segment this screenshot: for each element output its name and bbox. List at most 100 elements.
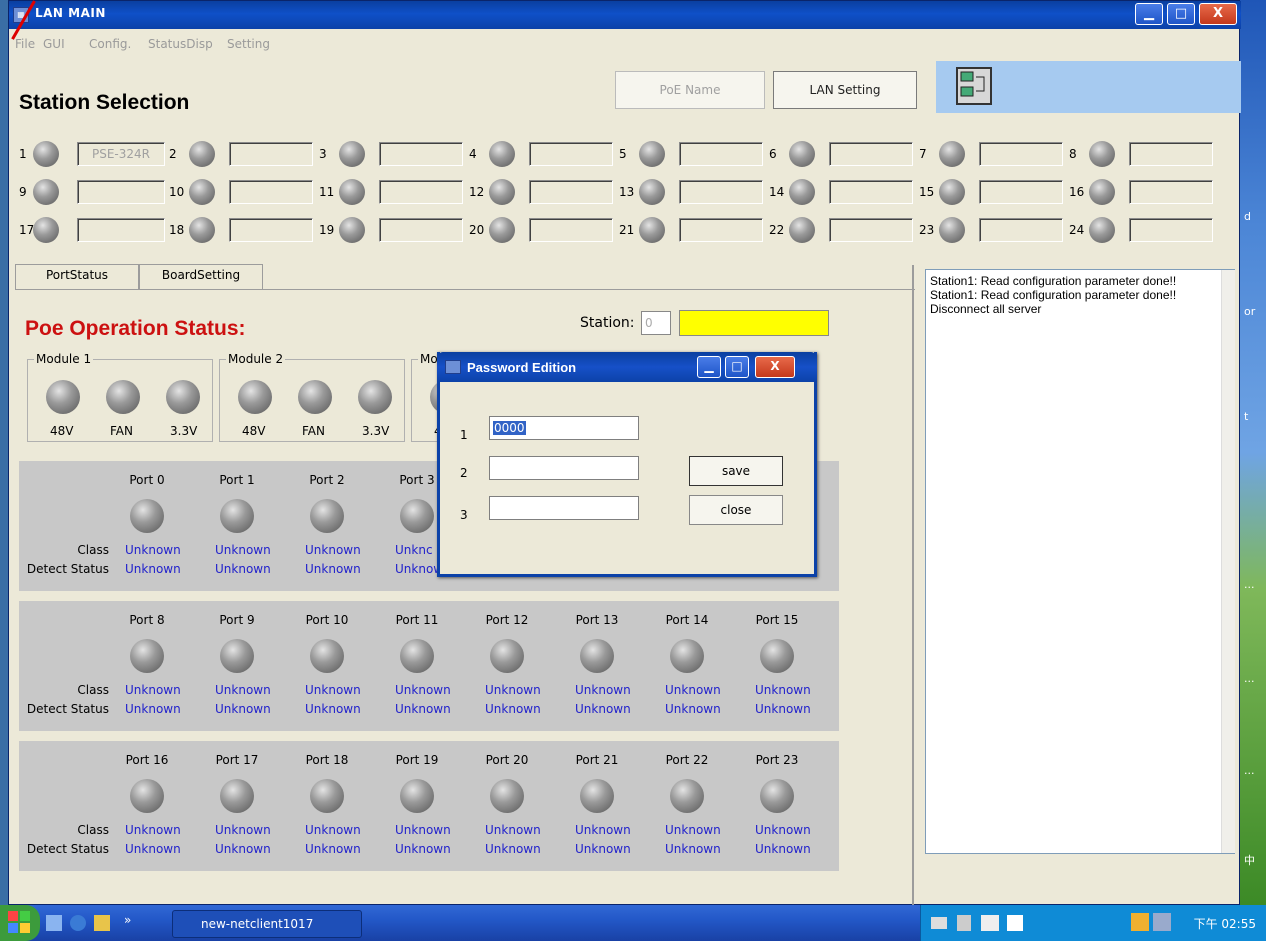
station-name-field[interactable] [229, 218, 313, 242]
port-indicator-led[interactable] [490, 779, 524, 813]
station-name-field[interactable] [379, 218, 463, 242]
station-indicator-led[interactable] [189, 141, 215, 167]
station-indicator-led[interactable] [339, 141, 365, 167]
port-indicator-led[interactable] [130, 639, 164, 673]
menu-setting[interactable]: Setting [227, 37, 270, 51]
station-name-field[interactable] [529, 218, 613, 242]
port-indicator-led[interactable] [580, 779, 614, 813]
menu-gui[interactable]: GUI [43, 37, 65, 51]
station-name-field[interactable] [1129, 180, 1213, 204]
port-indicator-led[interactable] [310, 499, 344, 533]
close-dialog-button[interactable]: close [689, 495, 783, 525]
port-indicator-led[interactable] [400, 639, 434, 673]
station-name-field[interactable] [979, 218, 1063, 242]
station-name-field[interactable] [1129, 218, 1213, 242]
close-button[interactable]: X [1199, 3, 1237, 25]
station-name-field[interactable] [979, 180, 1063, 204]
menu-config[interactable]: Config. [89, 37, 131, 51]
station-indicator-led[interactable] [789, 217, 815, 243]
password-3-input[interactable] [489, 496, 639, 520]
port-indicator-led[interactable] [400, 499, 434, 533]
station-indicator-led[interactable] [639, 141, 665, 167]
station-name-field[interactable] [229, 142, 313, 166]
station-name-field[interactable] [529, 142, 613, 166]
station-indicator-led[interactable] [639, 217, 665, 243]
password-2-input[interactable] [489, 456, 639, 480]
poe-name-button[interactable]: PoE Name [615, 71, 765, 109]
start-button[interactable] [0, 905, 40, 941]
chevron-icon[interactable]: » [124, 913, 131, 927]
browser-icon[interactable] [70, 915, 86, 931]
ime-icon[interactable] [981, 915, 999, 931]
station-name-field[interactable] [1129, 142, 1213, 166]
tab-boardsetting[interactable]: BoardSetting [139, 264, 263, 290]
port-indicator-led[interactable] [670, 779, 704, 813]
station-name-field[interactable] [679, 142, 763, 166]
folder-icon[interactable] [94, 915, 110, 931]
station-indicator-led[interactable] [1089, 217, 1115, 243]
station-indicator-led[interactable] [339, 179, 365, 205]
station-name-field[interactable]: PSE-324R [77, 142, 165, 166]
maximize-button[interactable]: □ [1167, 3, 1195, 25]
lan-setting-button[interactable]: LAN Setting [773, 71, 917, 109]
station-indicator-led[interactable] [33, 217, 59, 243]
station-indicator-led[interactable] [939, 179, 965, 205]
port-indicator-led[interactable] [760, 779, 794, 813]
station-indicator-led[interactable] [489, 217, 515, 243]
station-indicator-led[interactable] [189, 217, 215, 243]
station-indicator-led[interactable] [789, 179, 815, 205]
tray-app-icon[interactable] [1131, 913, 1149, 931]
dialog-minimize-button[interactable]: ▁ [697, 356, 721, 378]
station-name-field[interactable] [829, 218, 913, 242]
station-indicator-led[interactable] [339, 217, 365, 243]
station-name-field[interactable] [379, 180, 463, 204]
dialog-close-button[interactable]: X [755, 356, 795, 378]
station-indicator-led[interactable] [1089, 179, 1115, 205]
port-indicator-led[interactable] [670, 639, 704, 673]
station-indicator-led[interactable] [189, 179, 215, 205]
port-indicator-led[interactable] [220, 779, 254, 813]
dialog-title-bar[interactable]: Password Edition ▁ □ X [437, 352, 817, 382]
menu-file[interactable]: File [15, 37, 35, 51]
station-indicator-led[interactable] [489, 141, 515, 167]
log-scrollbar[interactable] [1221, 270, 1235, 853]
station-indicator-led[interactable] [789, 141, 815, 167]
show-desktop-icon[interactable] [46, 915, 62, 931]
station-name-field[interactable] [679, 180, 763, 204]
title-bar[interactable]: ▦ LAN MAIN ▁ □ X [9, 1, 1241, 29]
port-indicator-led[interactable] [220, 639, 254, 673]
taskbar-item-netclient[interactable]: new-netclient1017 [172, 910, 362, 938]
dialog-maximize-button[interactable]: □ [725, 356, 749, 378]
station-indicator-led[interactable] [639, 179, 665, 205]
station-name-field[interactable] [679, 218, 763, 242]
port-indicator-led[interactable] [130, 499, 164, 533]
station-name-field[interactable] [229, 180, 313, 204]
help-icon[interactable] [1007, 915, 1023, 931]
station-indicator-led[interactable] [1089, 141, 1115, 167]
station-name-field[interactable] [379, 142, 463, 166]
station-name-field[interactable] [77, 180, 165, 204]
station-name-field[interactable] [829, 142, 913, 166]
station-name-field[interactable] [979, 142, 1063, 166]
port-indicator-led[interactable] [580, 639, 614, 673]
port-indicator-led[interactable] [310, 639, 344, 673]
minimize-button[interactable]: ▁ [1135, 3, 1163, 25]
station-indicator-led[interactable] [489, 179, 515, 205]
password-1-input[interactable]: 0000 [489, 416, 639, 440]
port-indicator-led[interactable] [130, 779, 164, 813]
station-name-field[interactable] [829, 180, 913, 204]
pen-icon[interactable] [957, 915, 971, 931]
log-panel[interactable]: Station1: Read configuration parameter d… [925, 269, 1235, 854]
station-name-field[interactable] [529, 180, 613, 204]
port-indicator-led[interactable] [310, 779, 344, 813]
port-indicator-led[interactable] [490, 639, 524, 673]
network-tray-icon[interactable] [1153, 913, 1171, 931]
port-indicator-led[interactable] [760, 639, 794, 673]
tab-portstatus[interactable]: PortStatus [15, 264, 139, 290]
station-number-field[interactable]: 0 [641, 311, 671, 335]
station-indicator-led[interactable] [33, 179, 59, 205]
station-name-field[interactable] [77, 218, 165, 242]
menu-statusdisp[interactable]: StatusDisp [148, 37, 213, 51]
station-indicator-led[interactable] [939, 217, 965, 243]
port-indicator-led[interactable] [220, 499, 254, 533]
